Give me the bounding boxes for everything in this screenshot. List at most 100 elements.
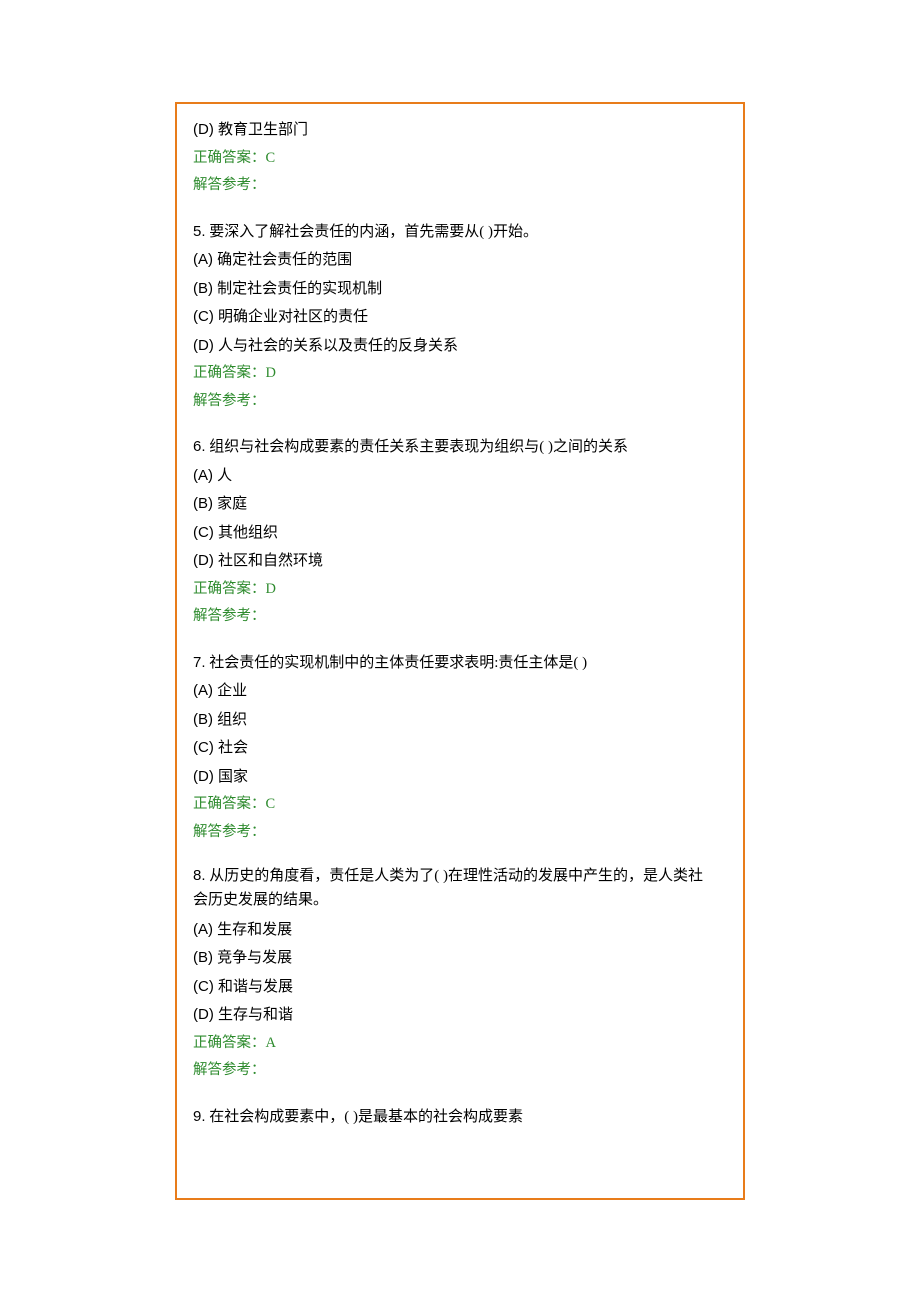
option-letter: (D) bbox=[193, 1006, 214, 1023]
q7-option-b: (B) 组织 bbox=[193, 706, 727, 735]
option-text: 竞争与发展 bbox=[213, 949, 292, 966]
spacer bbox=[193, 415, 727, 433]
option-text: 企业 bbox=[213, 682, 247, 699]
option-text: 生存与和谐 bbox=[214, 1006, 293, 1023]
q8-option-a: (A) 生存和发展 bbox=[193, 916, 727, 945]
option-letter: (C) bbox=[193, 739, 214, 756]
spacer bbox=[193, 631, 727, 649]
option-letter: (A) bbox=[193, 467, 213, 484]
option-text: 制定社会责任的实现机制 bbox=[213, 280, 382, 297]
option-text: 社区和自然环境 bbox=[214, 552, 323, 569]
question-text: 要深入了解社会责任的内涵，首先需要从( )开始。 bbox=[206, 224, 539, 240]
q7-reference: 解答参考： bbox=[193, 819, 727, 847]
option-letter: (A) bbox=[193, 251, 213, 268]
q5-correct-answer: 正确答案：D bbox=[193, 360, 727, 388]
reference-label: 解答参考： bbox=[193, 1062, 266, 1078]
question-number: 5. bbox=[193, 223, 206, 240]
q7-correct-answer: 正确答案：C bbox=[193, 791, 727, 819]
q8-title-line2: 会历史发展的结果。 bbox=[193, 889, 727, 912]
option-letter: (B) bbox=[193, 495, 213, 512]
correct-answer-value: C bbox=[266, 150, 276, 166]
option-text: 国家 bbox=[214, 768, 248, 785]
q6-correct-answer: 正确答案：D bbox=[193, 576, 727, 604]
reference-label: 解答参考： bbox=[193, 608, 266, 624]
content-box: (D) 教育卫生部门 正确答案：C 解答参考： 5. 要深入了解社会责任的内涵，… bbox=[175, 102, 745, 1200]
q8-option-b: (B) 竞争与发展 bbox=[193, 944, 727, 973]
q4-reference: 解答参考： bbox=[193, 172, 727, 200]
q5-option-c: (C) 明确企业对社区的责任 bbox=[193, 303, 727, 332]
q7-title: 7. 社会责任的实现机制中的主体责任要求表明:责任主体是( ) bbox=[193, 649, 727, 678]
page: (D) 教育卫生部门 正确答案：C 解答参考： 5. 要深入了解社会责任的内涵，… bbox=[0, 0, 920, 1302]
correct-answer-label: 正确答案： bbox=[193, 365, 266, 381]
q8-title-line1: 8. 从历史的角度看，责任是人类为了( )在理性活动的发展中产生的，是人类社 bbox=[193, 864, 727, 888]
q5-reference: 解答参考： bbox=[193, 388, 727, 416]
option-letter: (B) bbox=[193, 280, 213, 297]
option-text: 和谐与发展 bbox=[214, 978, 293, 995]
q9-title: 9. 在社会构成要素中，( )是最基本的社会构成要素 bbox=[193, 1103, 727, 1132]
option-letter: (C) bbox=[193, 308, 214, 325]
option-text: 社会 bbox=[214, 739, 248, 756]
q4-correct-answer: 正确答案：C bbox=[193, 145, 727, 173]
option-text: 生存和发展 bbox=[213, 921, 292, 938]
option-text: 人与社会的关系以及责任的反身关系 bbox=[214, 337, 458, 354]
correct-answer-value: C bbox=[266, 796, 276, 812]
question-number: 8. bbox=[193, 867, 206, 884]
question-text-cont: 会历史发展的结果。 bbox=[193, 892, 328, 908]
question-number: 7. bbox=[193, 654, 206, 671]
q7-option-a: (A) 企业 bbox=[193, 677, 727, 706]
q5-option-b: (B) 制定社会责任的实现机制 bbox=[193, 275, 727, 304]
q7-option-d: (D) 国家 bbox=[193, 763, 727, 792]
correct-answer-value: D bbox=[266, 365, 276, 381]
q4-option-d: (D) 教育卫生部门 bbox=[193, 116, 727, 145]
q6-reference: 解答参考： bbox=[193, 603, 727, 631]
option-text: 其他组织 bbox=[214, 524, 278, 541]
q5-option-d: (D) 人与社会的关系以及责任的反身关系 bbox=[193, 332, 727, 361]
option-text: 教育卫生部门 bbox=[214, 121, 308, 138]
reference-label: 解答参考： bbox=[193, 177, 266, 193]
option-letter: (C) bbox=[193, 524, 214, 541]
q7-option-c: (C) 社会 bbox=[193, 734, 727, 763]
q8-correct-answer: 正确答案：A bbox=[193, 1030, 727, 1058]
option-text: 家庭 bbox=[213, 495, 247, 512]
reference-label: 解答参考： bbox=[193, 393, 266, 409]
q6-title: 6. 组织与社会构成要素的责任关系主要表现为组织与( )之间的关系 bbox=[193, 433, 727, 462]
question-text: 组织与社会构成要素的责任关系主要表现为组织与( )之间的关系 bbox=[206, 439, 629, 455]
option-letter: (A) bbox=[193, 682, 213, 699]
question-number: 9. bbox=[193, 1108, 206, 1125]
option-letter: (D) bbox=[193, 337, 214, 354]
correct-answer-value: D bbox=[266, 581, 276, 597]
spacer bbox=[193, 846, 727, 864]
option-text: 组织 bbox=[213, 711, 247, 728]
q8-option-d: (D) 生存与和谐 bbox=[193, 1001, 727, 1030]
option-letter: (D) bbox=[193, 552, 214, 569]
option-text: 明确企业对社区的责任 bbox=[214, 308, 368, 325]
option-letter: (D) bbox=[193, 121, 214, 138]
question-text: 在社会构成要素中，( )是最基本的社会构成要素 bbox=[206, 1109, 524, 1125]
question-text: 社会责任的实现机制中的主体责任要求表明:责任主体是( ) bbox=[206, 655, 588, 671]
correct-answer-label: 正确答案： bbox=[193, 150, 266, 166]
q8-reference: 解答参考： bbox=[193, 1057, 727, 1085]
option-letter: (D) bbox=[193, 768, 214, 785]
reference-label: 解答参考： bbox=[193, 824, 266, 840]
correct-answer-label: 正确答案： bbox=[193, 581, 266, 597]
q6-option-b: (B) 家庭 bbox=[193, 490, 727, 519]
spacer bbox=[193, 200, 727, 218]
correct-answer-label: 正确答案： bbox=[193, 796, 266, 812]
q5-option-a: (A) 确定社会责任的范围 bbox=[193, 246, 727, 275]
spacer bbox=[193, 1085, 727, 1103]
option-letter: (A) bbox=[193, 921, 213, 938]
q8-option-c: (C) 和谐与发展 bbox=[193, 973, 727, 1002]
correct-answer-label: 正确答案： bbox=[193, 1035, 266, 1051]
q6-option-a: (A) 人 bbox=[193, 462, 727, 491]
option-letter: (C) bbox=[193, 978, 214, 995]
option-text: 人 bbox=[213, 467, 232, 484]
option-letter: (B) bbox=[193, 711, 213, 728]
option-letter: (B) bbox=[193, 949, 213, 966]
q6-option-d: (D) 社区和自然环境 bbox=[193, 547, 727, 576]
option-text: 确定社会责任的范围 bbox=[213, 251, 352, 268]
q5-title: 5. 要深入了解社会责任的内涵，首先需要从( )开始。 bbox=[193, 218, 727, 247]
question-number: 6. bbox=[193, 438, 206, 455]
question-text: 从历史的角度看，责任是人类为了( )在理性活动的发展中产生的，是人类社 bbox=[206, 868, 704, 884]
q6-option-c: (C) 其他组织 bbox=[193, 519, 727, 548]
correct-answer-value: A bbox=[266, 1035, 276, 1051]
